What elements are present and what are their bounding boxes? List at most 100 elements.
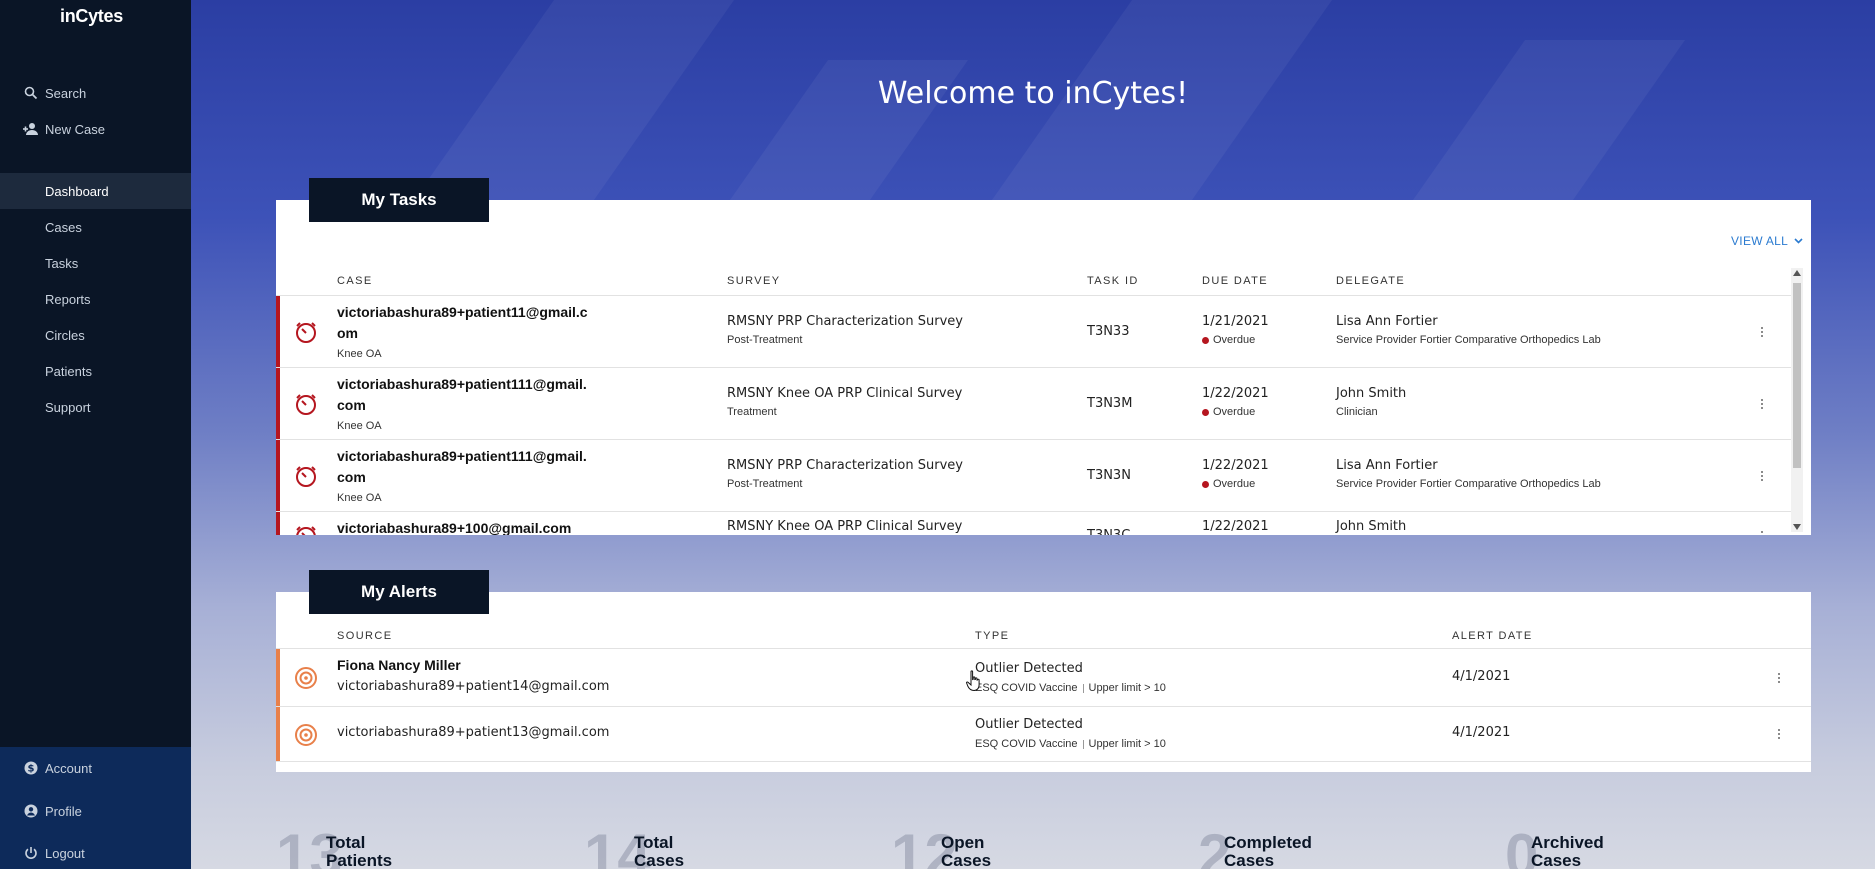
sidebar-item-label: Cases [45,219,82,235]
row-status-bar [276,296,280,367]
alert-date: 4/1/2021 [1452,725,1511,740]
status-badge: Overdue [1202,406,1255,418]
delegate-role: Clinician [1336,406,1378,418]
tasks-title-tab: My Tasks [309,178,489,222]
table-row[interactable]: victoriabashura89+patient111@gmail. com K… [276,368,1791,440]
alert-detail: ESQ COVID Vaccine Upper limit > 10 [975,738,1166,750]
table-row[interactable]: victoriabashura89+patient11@gmail.c om Kn… [276,296,1791,368]
table-row[interactable]: victoriabashura89+100@gmail.com RMSNY Kn… [276,512,1791,535]
sidebar-item-dashboard[interactable]: Dashboard [0,173,191,209]
overdue-timer-icon [296,466,316,487]
sidebar-item-label: Reports [45,291,91,307]
overdue-timer-icon [296,526,316,535]
main-content: Welcome to inCytes! VIEW ALL CASE SURVEY… [191,0,1875,869]
row-status-bar [276,368,280,439]
sidebar-search-label: Search [45,85,87,101]
alert-target-icon [295,667,317,689]
source-email: victoriabashura89+patient14@gmail.com [337,679,610,694]
table-row[interactable]: Fiona Nancy Miller victoriabashura89+pat… [276,649,1811,707]
sidebar-account[interactable]: $ Account [0,750,191,786]
view-all-button[interactable]: VIEW ALL [1731,234,1803,248]
stat-label: Open Cases [941,833,992,869]
sidebar: inCytes Search New Case Dashboard Cases … [0,0,191,869]
case-type: Knee OA [337,420,382,432]
sidebar-logout[interactable]: Logout [0,835,191,869]
case-email: victoriabashura89+patient111@gmail. com [337,376,587,413]
sidebar-item-tasks[interactable]: Tasks [0,245,191,281]
sidebar-item-cases[interactable]: Cases [0,209,191,245]
task-id: T3N3C [1087,528,1130,535]
sidebar-item-label: Circles [45,327,85,343]
sidebar-account-label: Account [45,760,92,776]
stat-archived-cases[interactable]: 0 Archived Cases [1505,826,1785,869]
stat-completed-cases[interactable]: 2 Completed Cases [1198,826,1478,869]
alert-detail: ESQ COVID Vaccine Upper limit > 10 [975,682,1166,694]
row-menu-icon[interactable] [1757,468,1767,484]
welcome-heading: Welcome to inCytes! [877,76,1189,111]
stat-total-patients[interactable]: 13 Total Patients [276,826,556,869]
delegate-name: John Smith [1336,519,1407,534]
delegate-name: Lisa Ann Fortier [1336,458,1438,473]
sidebar-item-patients[interactable]: Patients [0,353,191,389]
case-email: victoriabashura89+patient111@gmail. com [337,448,587,485]
row-menu-icon[interactable] [1757,396,1767,412]
row-status-bar [276,649,280,706]
sidebar-logout-label: Logout [45,845,85,861]
sidebar-item-label: Support [45,399,91,415]
due-date: 1/21/2021 [1202,314,1269,329]
stat-total-cases[interactable]: 14 Total Cases [584,826,864,869]
task-id: T3N3M [1087,396,1133,411]
case-email: victoriabashura89+patient11@gmail.c om [337,304,588,341]
sidebar-item-label: Dashboard [45,183,109,199]
due-date: 1/22/2021 [1202,458,1269,473]
overdue-timer-icon [296,322,316,343]
row-menu-icon[interactable] [1757,324,1767,340]
tasks-table-body: victoriabashura89+patient11@gmail.c om Kn… [276,296,1791,535]
sidebar-item-reports[interactable]: Reports [0,281,191,317]
col-header-alert-date: ALERT DATE [1452,630,1533,642]
col-header-due-date: DUE DATE [1202,275,1269,287]
sidebar-profile[interactable]: Profile [0,793,191,829]
alert-date: 4/1/2021 [1452,669,1511,684]
alert-target-icon [295,724,317,746]
stat-open-cases[interactable]: 12 Open Cases [891,826,1171,869]
row-status-bar [276,707,280,761]
survey-name: RMSNY Knee OA PRP Clinical Survey [727,386,963,401]
row-status-bar [276,512,280,535]
sidebar-item-label: Tasks [45,255,79,271]
case-type: Knee OA [337,492,382,504]
alert-type: Outlier Detected [975,717,1083,732]
survey-name: RMSNY Knee OA PRP Clinical Survey [727,519,963,534]
stat-label: Completed Cases [1224,833,1312,869]
sidebar-search[interactable]: Search [0,75,191,111]
col-header-type: TYPE [975,630,1010,642]
table-row[interactable]: victoriabashura89+patient13@gmail.com Ou… [276,707,1811,762]
app-logo: inCytes [60,6,123,26]
row-menu-icon[interactable] [1757,528,1767,535]
power-icon [21,846,41,860]
row-status-bar [276,440,280,511]
tasks-scrollbar-thumb[interactable] [1793,283,1801,468]
survey-phase: Post-Treatment [727,478,803,490]
view-all-label: VIEW ALL [1731,234,1789,248]
sidebar-profile-label: Profile [45,803,82,819]
scroll-down-icon[interactable] [1793,524,1801,530]
sidebar-item-support[interactable]: Support [0,389,191,425]
scroll-up-icon[interactable] [1793,270,1801,276]
delegate-name: John Smith [1336,386,1407,401]
tasks-card: VIEW ALL CASE SURVEY TASK ID DUE DATE DE… [276,200,1811,535]
sidebar-item-circles[interactable]: Circles [0,317,191,353]
col-header-case: CASE [337,275,373,287]
case-email: victoriabashura89+100@gmail.com [337,520,572,535]
stat-label: Total Cases [634,833,685,869]
col-header-delegate: DELEGATE [1336,275,1406,287]
alerts-card: SOURCE TYPE ALERT DATE Fiona Nancy Mille… [276,592,1811,772]
user-circle-icon [21,804,41,818]
table-row[interactable]: victoriabashura89+patient111@gmail. com K… [276,440,1791,512]
row-menu-icon[interactable] [1774,726,1784,742]
row-menu-icon[interactable] [1774,670,1784,686]
sidebar-new-case[interactable]: New Case [0,111,191,147]
hand-cursor-icon [966,670,980,692]
dollar-circle-icon: $ [21,761,41,775]
due-date: 1/22/2021 [1202,386,1269,401]
